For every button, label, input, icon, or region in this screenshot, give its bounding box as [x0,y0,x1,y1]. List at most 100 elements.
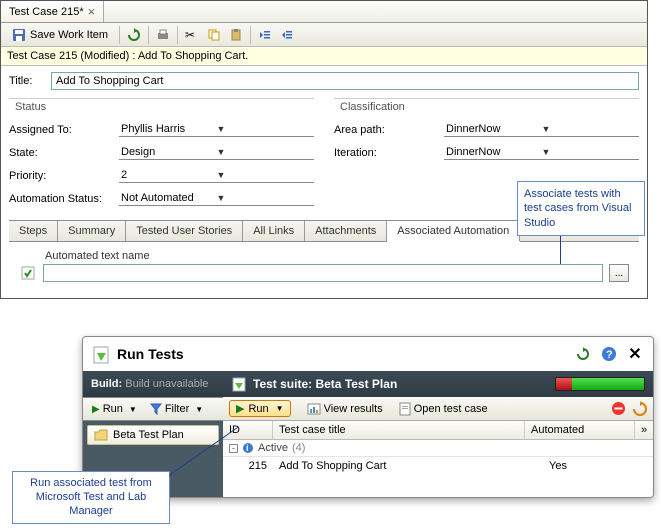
indent-button[interactable] [277,25,297,45]
automation-status-combo[interactable]: Not Automated▼ [119,192,314,206]
chevron-down-icon: ▼ [217,124,313,134]
state-combo[interactable]: Design▼ [119,146,314,160]
print-button[interactable] [153,25,173,45]
iteration-label: Iteration: [334,147,444,159]
chevron-down-icon: ▼ [276,404,284,413]
chevron-down-icon: ▼ [195,405,203,414]
close-button[interactable]: ✕ [625,344,645,364]
close-icon[interactable]: × [88,4,96,19]
cell-auto: Yes [543,460,653,472]
save-button[interactable]: Save Work Item [5,25,115,45]
save-icon [12,28,26,42]
progress-bar [555,377,645,391]
tab-attachments[interactable]: Attachments [305,221,387,241]
paste-icon [229,28,243,42]
test-plan-item[interactable]: Beta Test Plan [87,425,219,445]
cut-button[interactable]: ✂ [182,25,202,45]
col-title[interactable]: Test case title [273,421,525,439]
col-id[interactable]: ID [223,421,273,439]
col-expand[interactable]: » [635,421,653,439]
scissors-icon: ✂ [185,28,199,42]
svg-text:i: i [246,443,249,453]
refresh-button[interactable] [573,344,593,364]
help-icon: ? [601,346,617,362]
group-name: Active [258,442,288,454]
table-row[interactable]: 215 Add To Shopping Cart Yes [223,457,653,475]
suite-icon [231,376,247,392]
automated-test-name-label: Automated text name [45,250,629,262]
run-tests-title: Run Tests [117,346,567,362]
outdent-button[interactable] [255,25,275,45]
run-right-pane: Test suite: Beta Test Plan ▶Run▼ View re… [223,371,653,497]
chevron-down-icon: ▼ [217,170,313,180]
tab-associated-automation[interactable]: Associated Automation [387,221,520,242]
folder-icon [94,429,108,441]
save-label: Save Work Item [30,29,108,41]
separator [250,26,251,44]
print-icon [156,28,170,42]
run-button-left[interactable]: ▶Run▼ [87,401,142,417]
col-automated[interactable]: Automated [525,421,635,439]
priority-combo[interactable]: 2▼ [119,169,314,183]
status-active-icon: i [242,442,254,454]
paste-button[interactable] [226,25,246,45]
document-tab-bar: Test Case 215* × [1,1,647,23]
group-count: (4) [292,442,305,454]
chevron-down-icon: ▼ [542,147,638,157]
test-icon [19,264,37,282]
reset-icon[interactable] [632,401,647,416]
chevron-down-icon: ▼ [217,193,313,203]
area-label: Area path: [334,124,444,136]
copy-button[interactable] [204,25,224,45]
suite-title: Test suite: Beta Test Plan [253,377,549,391]
play-icon: ▶ [236,402,244,415]
separator [119,26,120,44]
help-button[interactable]: ? [599,344,619,364]
priority-label: Priority: [9,170,119,182]
run-button-right[interactable]: ▶Run▼ [229,400,291,417]
collapse-icon[interactable]: - [229,444,238,453]
assigned-to-combo[interactable]: Phyllis Harris▼ [119,123,314,137]
cell-id: 215 [223,460,273,472]
tab-steps[interactable]: Steps [9,221,58,241]
refresh-icon [576,347,590,361]
copy-icon [207,28,221,42]
svg-text:✂: ✂ [185,28,195,42]
filter-icon [150,403,162,415]
svg-text:?: ? [606,349,613,361]
separator [177,26,178,44]
view-results-button[interactable]: View results [307,403,383,415]
plan-item-label: Beta Test Plan [113,429,184,441]
open-test-case-button[interactable]: Open test case [399,402,488,416]
filter-button[interactable]: Filter▼ [146,402,207,416]
close-icon: ✕ [628,344,641,364]
info-bar: Test Case 215 (Modified) : Add To Shoppi… [1,47,647,66]
refresh-button[interactable] [124,25,144,45]
tab-tested-user-stories[interactable]: Tested User Stories [126,221,243,241]
automated-test-name-input[interactable] [43,264,603,282]
associated-automation-panel: Automated text name ... [9,242,639,294]
automation-status-label: Automation Status: [9,193,119,205]
title-input[interactable] [51,72,639,90]
tab-summary[interactable]: Summary [58,221,126,241]
group-row[interactable]: - i Active (4) [223,440,653,457]
build-label: Build: [91,378,122,390]
area-combo[interactable]: DinnerNow▼ [444,123,639,137]
refresh-icon [127,28,141,42]
tab-all-links[interactable]: All Links [243,221,305,241]
right-toolbar: ▶Run▼ View results Open test case [223,397,653,421]
chevron-down-icon: ▼ [129,405,137,414]
build-value: Build unavailable [125,378,208,390]
build-bar: Build: Build unavailable [83,371,223,397]
assigned-to-label: Assigned To: [9,124,119,136]
status-legend: Status [11,101,50,113]
browse-button[interactable]: ... [609,264,629,282]
title-label: Title: [9,75,43,87]
document-tab[interactable]: Test Case 215* × [1,1,104,22]
toolbar: Save Work Item ✂ [1,23,647,47]
iteration-combo[interactable]: DinnerNow▼ [444,146,639,160]
grid-header: ID Test case title Automated » [223,421,653,440]
play-icon: ▶ [92,404,100,415]
results-icon [307,403,321,415]
block-icon[interactable] [611,401,626,416]
